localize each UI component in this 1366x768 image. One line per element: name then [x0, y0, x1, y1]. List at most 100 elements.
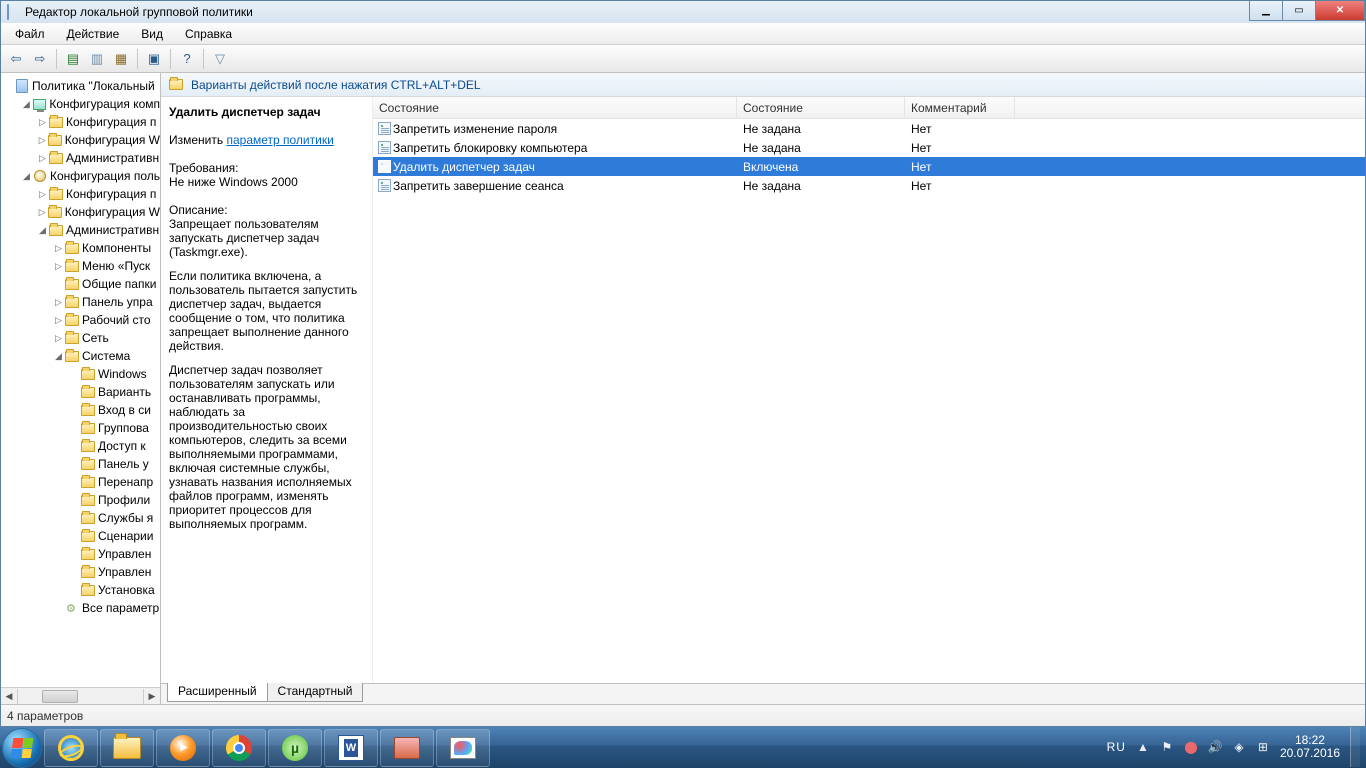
forward-button[interactable]: ⇨: [29, 48, 51, 70]
expander-icon[interactable]: ▷: [53, 297, 64, 308]
folder-icon: [81, 459, 95, 470]
tree-item[interactable]: Управлен: [1, 563, 160, 581]
tree-item[interactable]: ▷Административн: [1, 149, 160, 167]
expander-icon[interactable]: ▷: [37, 189, 48, 200]
col-state[interactable]: Состояние: [737, 97, 905, 118]
expander-icon[interactable]: ▷: [53, 333, 64, 344]
tree-item[interactable]: Windows: [1, 365, 160, 383]
tree-item[interactable]: ▷Конфигурация W: [1, 131, 160, 149]
show-desktop-button[interactable]: [1350, 727, 1360, 767]
scroll-right-arrow[interactable]: ▶: [143, 689, 160, 704]
tree-item[interactable]: ◢Конфигурация комп: [1, 95, 160, 113]
menu-file[interactable]: Файл: [5, 25, 55, 43]
back-button[interactable]: ⇦: [5, 48, 27, 70]
menu-action[interactable]: Действие: [57, 25, 130, 43]
expander-icon[interactable]: ▷: [53, 315, 64, 326]
expander-icon[interactable]: ▷: [37, 153, 48, 164]
tree-label: Компоненты: [82, 241, 151, 255]
menu-view[interactable]: Вид: [131, 25, 173, 43]
tree-item[interactable]: ▷ Конфигурация п: [1, 185, 160, 203]
expander-icon[interactable]: ◢: [21, 99, 32, 110]
expander-icon[interactable]: ▷: [53, 243, 64, 254]
tree-item[interactable]: ◢Административн: [1, 221, 160, 239]
menu-help[interactable]: Справка: [175, 25, 242, 43]
col-name[interactable]: Состояние: [373, 97, 737, 118]
tree-item[interactable]: ▷Меню «Пуск: [1, 257, 160, 275]
language-indicator[interactable]: RU: [1107, 740, 1126, 754]
tree-item[interactable]: Сценарии: [1, 527, 160, 545]
export-button[interactable]: ▦: [110, 48, 132, 70]
titlebar[interactable]: Редактор локальной групповой политики: [1, 1, 1365, 23]
filter-button[interactable]: ▽: [209, 48, 231, 70]
expander-icon[interactable]: ◢: [53, 351, 64, 362]
tree-item[interactable]: Перенапр: [1, 473, 160, 491]
scroll-left-arrow[interactable]: ◀: [1, 689, 18, 704]
taskbar-word[interactable]: W: [324, 729, 378, 767]
taskbar-chrome[interactable]: [212, 729, 266, 767]
word-icon: W: [338, 735, 364, 761]
up-button[interactable]: ▤: [62, 48, 84, 70]
tree-item[interactable]: ▷Конфигурация п: [1, 113, 160, 131]
tree-item[interactable]: Доступ к: [1, 437, 160, 455]
minimize-button[interactable]: [1249, 1, 1283, 21]
tree-item[interactable]: ▷Рабочий сто: [1, 311, 160, 329]
tree-item[interactable]: Службы я: [1, 509, 160, 527]
tree-item[interactable]: ⚙Все параметр: [1, 599, 160, 617]
expander-icon[interactable]: ▷: [37, 117, 48, 128]
tray-volume-icon[interactable]: 🔊: [1208, 740, 1222, 754]
expander-icon[interactable]: ▷: [37, 135, 48, 146]
policy-comment: Нет: [905, 141, 1015, 155]
expander-icon[interactable]: ▷: [37, 207, 48, 218]
tree-item[interactable]: Установка: [1, 581, 160, 599]
col-comment[interactable]: Комментарий: [905, 97, 1015, 118]
tree-item[interactable]: ▷Сеть: [1, 329, 160, 347]
edit-policy-link[interactable]: параметр политики: [226, 133, 333, 147]
taskbar-explorer[interactable]: [100, 729, 154, 767]
expander-icon[interactable]: ▷: [53, 261, 64, 272]
taskbar-toolbox[interactable]: [380, 729, 434, 767]
tree[interactable]: Политика "Локальный◢Конфигурация комп▷Ко…: [1, 73, 160, 687]
tree-item[interactable]: Профили: [1, 491, 160, 509]
tree-hscrollbar[interactable]: ◀ ▶: [1, 687, 160, 704]
help-button[interactable]: ?: [176, 48, 198, 70]
tray-network-icon[interactable]: ◈: [1232, 740, 1246, 754]
tree-item[interactable]: Управлен: [1, 545, 160, 563]
taskbar-paint[interactable]: [436, 729, 490, 767]
tray-flag-icon[interactable]: ⚑: [1160, 740, 1174, 754]
policy-row[interactable]: Удалить диспетчер задачВключенаНет: [373, 157, 1365, 176]
tray-up-icon[interactable]: ▲: [1136, 740, 1150, 754]
tab-standard[interactable]: Стандартный: [267, 683, 364, 702]
tree-item[interactable]: ◢Система: [1, 347, 160, 365]
scroll-thumb[interactable]: [42, 690, 78, 703]
close-button[interactable]: [1315, 1, 1365, 21]
tree-item[interactable]: Общие папки: [1, 275, 160, 293]
bottom-tabs: Расширенный Стандартный: [161, 683, 1365, 704]
taskbar-mediaplayer[interactable]: [156, 729, 210, 767]
tree-item[interactable]: ▷ Компоненты: [1, 239, 160, 257]
taskbar-ie[interactable]: [44, 729, 98, 767]
tree-item[interactable]: ▷Панель упра: [1, 293, 160, 311]
policy-row[interactable]: Запретить блокировку компьютераНе задана…: [373, 138, 1365, 157]
expander-icon[interactable]: ◢: [21, 171, 32, 182]
taskbar-utorrent[interactable]: µ: [268, 729, 322, 767]
tree-label: Конфигурация п: [66, 187, 156, 201]
tab-extended[interactable]: Расширенный: [167, 683, 268, 702]
show-hide-button[interactable]: ▥: [86, 48, 108, 70]
expander-icon[interactable]: ◢: [37, 225, 48, 236]
policy-row[interactable]: Запретить изменение пароляНе заданаНет: [373, 119, 1365, 138]
clock[interactable]: 18:22 20.07.2016: [1280, 734, 1340, 760]
tree-item[interactable]: Группова: [1, 419, 160, 437]
maximize-button[interactable]: [1282, 1, 1316, 21]
start-button[interactable]: [2, 728, 42, 768]
tree-root[interactable]: Политика "Локальный: [1, 77, 160, 95]
policy-row[interactable]: Запретить завершение сеансаНе заданаНет: [373, 176, 1365, 195]
tree-item[interactable]: Панель у: [1, 455, 160, 473]
tray-misc-icon[interactable]: ⊞: [1256, 740, 1270, 754]
tree-item[interactable]: ▷Конфигурация W: [1, 203, 160, 221]
tray-security-icon[interactable]: ⬤: [1184, 740, 1198, 754]
tree-item[interactable]: ◢Конфигурация поль: [1, 167, 160, 185]
toolbar-separator: [203, 49, 204, 69]
tree-item[interactable]: Вход в си: [1, 401, 160, 419]
properties-button[interactable]: ▣: [143, 48, 165, 70]
tree-item[interactable]: Варианть: [1, 383, 160, 401]
